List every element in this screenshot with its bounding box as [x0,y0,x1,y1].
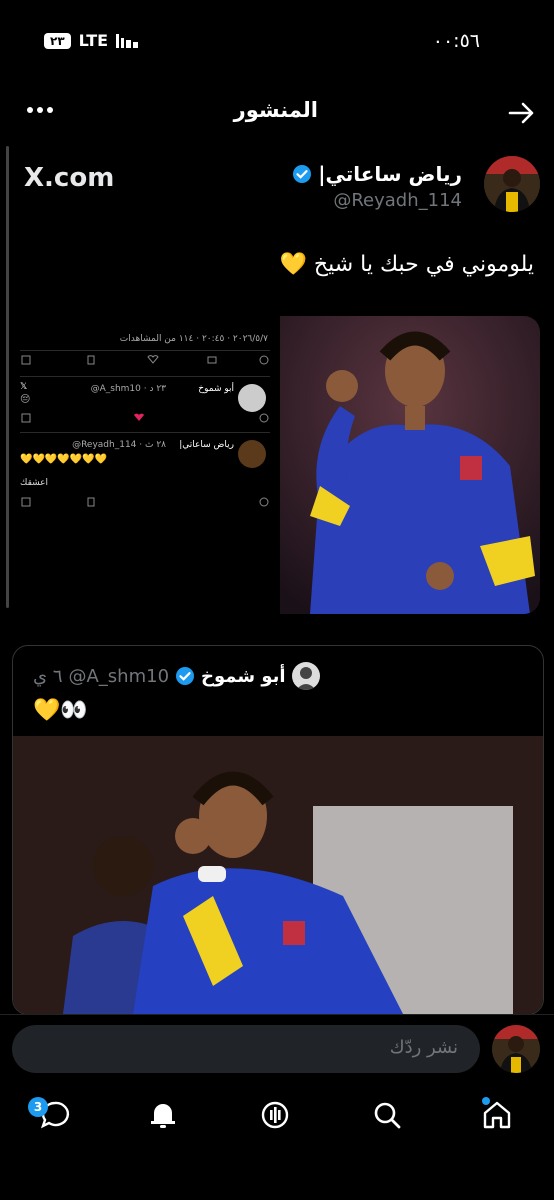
search-icon[interactable] [370,1098,404,1132]
embedded-action-row-icons [21,355,269,365]
author-avatar[interactable] [484,156,540,212]
quote-media-image[interactable] [13,736,543,1014]
embedded-action-row3-icons [21,497,269,507]
page-title: المنشور [233,98,318,122]
quote-text: 💛👀 [33,698,88,723]
messages-badge: 3 [28,1097,48,1117]
author-handle[interactable]: @Reyadh_114 [333,190,462,211]
embedded-meta: ٢٠٢٦/٥/٧ · ٢٠:٤٥ · ١١٤ من المشاهدات [119,334,268,344]
embedded-reply1-name: أبو شموخ [198,384,234,394]
embedded-reply3-text: اعشقك [20,478,49,488]
yellow-heart-emoji: 💛 [279,252,307,277]
home-new-dot [482,1097,490,1105]
system-gesture-area [0,1152,554,1200]
embedded-action-row2-icons [21,413,269,423]
quote-time: ٦ ي [33,665,63,687]
scroll-rail [6,146,9,608]
signal-icon [116,33,139,48]
post-text-body: يلوموني في حبك يا شيخ [313,252,534,277]
post-text: يلوموني في حبك يا شيخ 💛 [280,252,535,277]
quoted-post-card[interactable]: ٦ ي @A_shm10 أبو شموخ 💛👀 [12,645,544,1015]
status-bar: ٢٣ LTE ٠٠:٥٦ [0,22,554,62]
status-time: ٠٠:٥٦ [432,30,480,52]
reply-bar: نشر ردّك [0,1014,554,1083]
quote-header: ٦ ي @A_shm10 أبو شموخ [33,662,320,690]
current-user-avatar[interactable] [492,1025,540,1073]
embedded-reply2-name: رياض ساعاتي| [179,440,234,450]
author-name[interactable]: رياض ساعاتي| [318,162,462,186]
player-photo-image[interactable] [280,316,540,614]
quote-author-avatar[interactable] [291,662,320,690]
quote-author-name[interactable]: أبو شموخ [201,666,286,687]
reply-input[interactable]: نشر ردّك [12,1025,480,1073]
top-bar: المنشور [0,92,554,140]
embedded-reply1-handle: @A_shm10 · ٢٣ د [90,384,166,394]
source-watermark: X.com [24,163,115,193]
status-left-group: ٢٣ LTE [44,31,139,50]
embedded-screenshot-image[interactable]: ٢٠٢٦/٥/٧ · ٢٠:٤٥ · ١١٤ من المشاهدات أبو … [12,316,276,614]
embedded-reply2-handle: @Reyadh_114 · ٢٨ ث [72,440,166,450]
author-name-row[interactable]: رياض ساعاتي| [292,162,462,186]
verified-badge-icon [176,667,195,685]
spaces-icon[interactable] [258,1098,292,1132]
more-options-icon[interactable] [26,98,56,122]
notifications-bell-icon[interactable] [146,1098,180,1132]
verified-badge-icon [293,165,312,183]
reply-placeholder: نشر ردّك [389,1037,458,1058]
quote-handle[interactable]: @A_shm10 [68,666,169,687]
back-arrow-icon[interactable] [506,98,536,128]
embedded-reply2-hearts: 💛💛💛💛💛💛💛 [20,454,108,465]
network-type: LTE [78,31,109,50]
bottom-navigation [0,1082,554,1152]
embedded-reply1-emoji: 😔 [20,394,31,405]
notification-count-pill: ٢٣ [44,32,71,49]
